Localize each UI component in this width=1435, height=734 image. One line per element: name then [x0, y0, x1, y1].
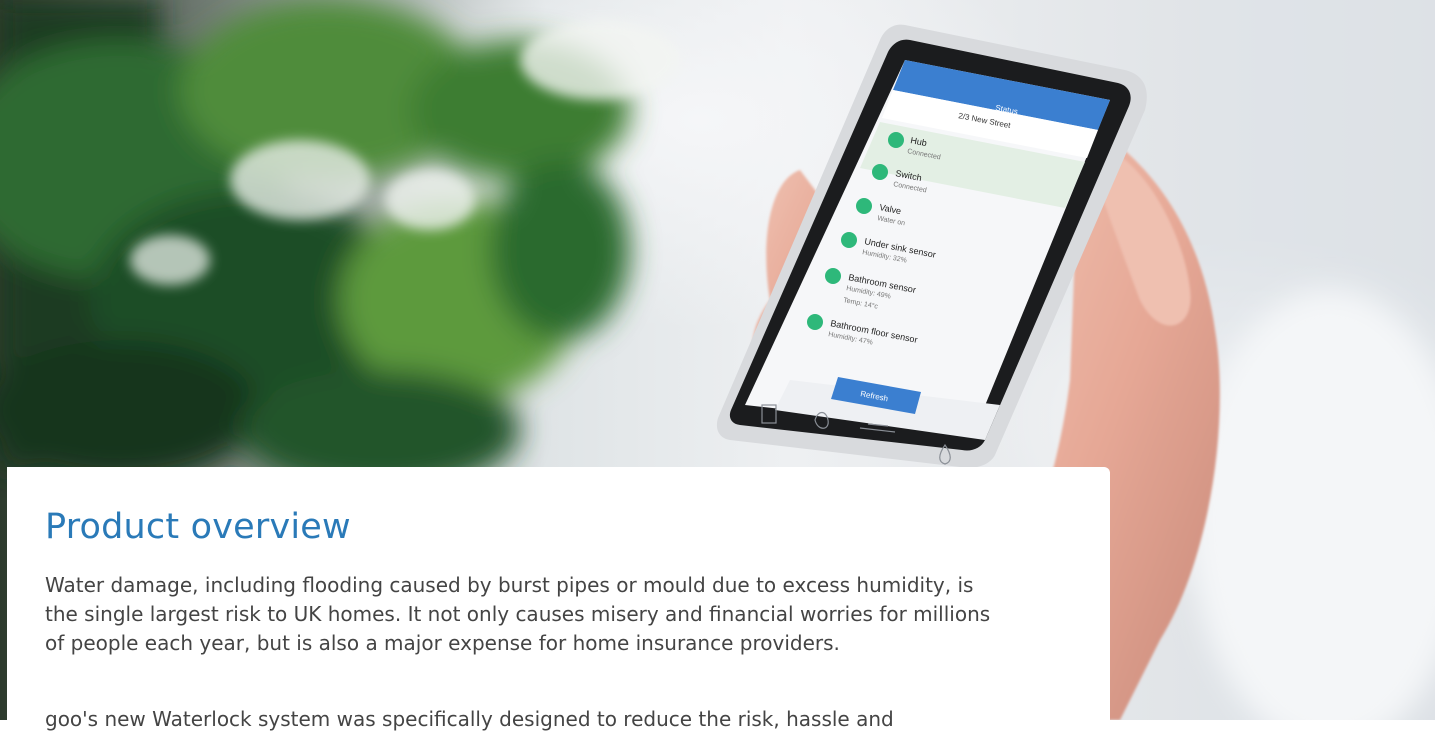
overview-paragraph-1: Water damage, including flooding caused … — [45, 573, 991, 655]
product-overview-card: Product overview Water damage, including… — [7, 467, 1110, 731]
section-title: Product overview — [45, 507, 351, 547]
